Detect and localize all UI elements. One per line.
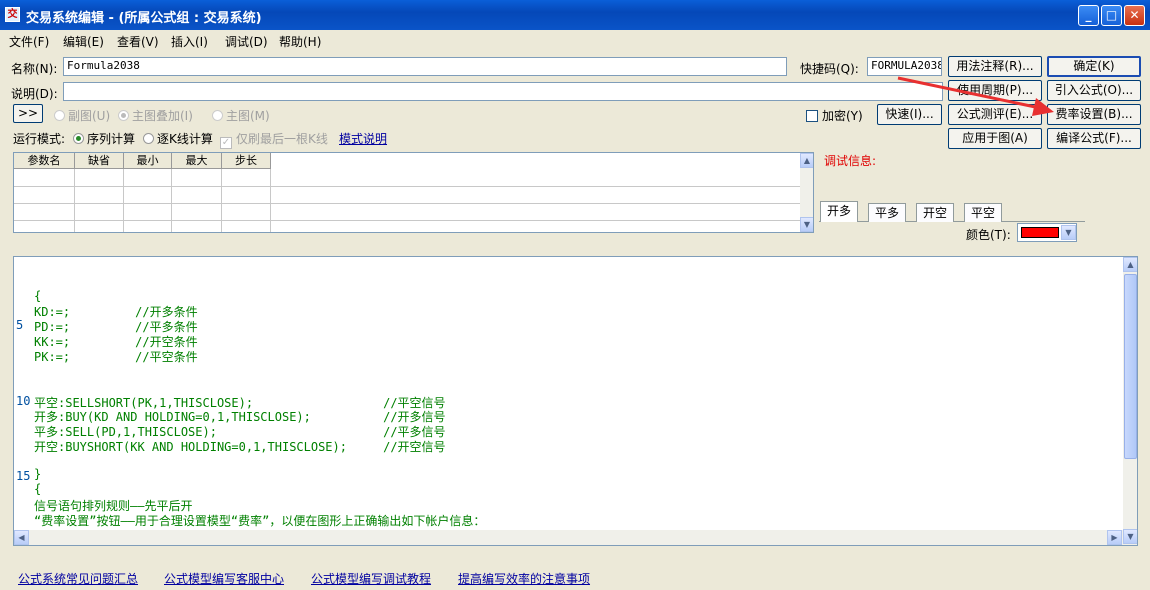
close-button[interactable]: ✕ xyxy=(1124,5,1145,26)
editor-vertical-scrollbar[interactable]: ▲ ▼ xyxy=(1123,257,1137,545)
run-mode-label: 运行模式: xyxy=(13,132,66,146)
scroll-up-icon[interactable]: ▲ xyxy=(800,153,813,168)
menu-view[interactable]: 查看(V) xyxy=(117,33,159,50)
radio-icon xyxy=(54,110,65,121)
footer-link-faq[interactable]: 公式系统常见问题汇总 xyxy=(18,570,138,587)
grid-row-line xyxy=(14,186,800,187)
radio-icon xyxy=(73,133,84,144)
code-line: 开空:BUYSHORT(KK AND HOLDING=0,1,THISCLOSE… xyxy=(34,440,446,454)
grid-row-line xyxy=(14,203,800,204)
shortcut-label: 快捷码(Q): xyxy=(800,62,859,76)
apply-to-chart-button[interactable]: 应用于图(A) xyxy=(948,128,1042,149)
main-chart-radio[interactable]: 主图(M) xyxy=(212,107,270,124)
color-swatch xyxy=(1021,227,1059,238)
maximize-icon: □ xyxy=(1105,8,1118,22)
footer-link-support[interactable]: 公式模型编写客服中心 xyxy=(164,570,284,587)
line-number: 5 xyxy=(16,318,24,332)
chevron-down-icon[interactable]: ▼ xyxy=(1061,225,1076,240)
compile-formula-button[interactable]: 编译公式(F)... xyxy=(1047,128,1141,149)
line-number: 15 xyxy=(16,469,31,483)
minimize-icon: _ xyxy=(1085,8,1092,22)
menu-bar: 文件(F) 编辑(E) 查看(V) 插入(I) 调试(D) 帮助(H) xyxy=(0,30,1150,50)
color-label: 颜色(T): xyxy=(966,228,1011,242)
bar-calc-label: 逐K线计算 xyxy=(157,132,213,146)
menu-help[interactable]: 帮助(H) xyxy=(279,33,321,50)
grid-col-line xyxy=(221,169,222,232)
grid-row-line xyxy=(14,220,800,221)
code-line: { xyxy=(34,482,42,496)
desc-label: 说明(D): xyxy=(11,87,58,101)
desc-input[interactable] xyxy=(63,82,943,101)
import-formula-button[interactable]: 引入公式(O)... xyxy=(1047,80,1141,101)
encrypt-checkbox[interactable]: 加密(Y) xyxy=(806,107,863,124)
main-chart-label: 主图(M) xyxy=(226,109,270,123)
radio-icon xyxy=(212,110,223,121)
ok-button[interactable]: 确定(K) xyxy=(1047,56,1141,77)
radio-icon xyxy=(143,133,154,144)
fee-settings-button[interactable]: 费率设置(B)... xyxy=(1047,104,1141,125)
menu-debug[interactable]: 调试(D) xyxy=(225,33,268,50)
code-line: PK:=; //平空条件 xyxy=(34,350,198,364)
editor-horizontal-scrollbar[interactable]: ◀ ▶ xyxy=(14,530,1123,545)
code-line: “费率设置”按钮——用于合理设置模型“费率”，以便在图形上正确输出如下帐户信息： xyxy=(34,514,486,528)
sub-chart-label: 副图(U) xyxy=(68,109,111,123)
scroll-left-icon[interactable]: ◀ xyxy=(14,530,29,545)
grid-col-line xyxy=(270,169,271,232)
sub-chart-radio[interactable]: 副图(U) xyxy=(54,107,110,124)
param-header-default: 缺省 xyxy=(75,153,124,169)
main-overlay-label: 主图叠加(I) xyxy=(132,109,193,123)
minimize-button[interactable]: _ xyxy=(1078,5,1099,26)
main-overlay-radio[interactable]: 主图叠加(I) xyxy=(118,107,193,124)
tab-close-long[interactable]: 平多 xyxy=(868,203,907,222)
encrypt-label: 加密(Y) xyxy=(822,109,863,123)
footer-link-tutorial[interactable]: 公式模型编写调试教程 xyxy=(311,570,431,587)
param-header-min: 最小 xyxy=(124,153,172,169)
tab-open-short[interactable]: 开空 xyxy=(916,203,955,222)
grid-col-line xyxy=(123,169,124,232)
checkmark-icon: ✓ xyxy=(220,137,232,149)
tab-close-short[interactable]: 平空 xyxy=(964,203,1003,222)
expand-button[interactable]: >> xyxy=(13,104,43,123)
code-line: } xyxy=(34,467,42,481)
param-header-max: 最大 xyxy=(172,153,222,169)
app-icon: 交 xyxy=(5,7,20,22)
param-header-name: 参数名 xyxy=(14,153,75,169)
menu-edit[interactable]: 编辑(E) xyxy=(63,33,104,50)
grid-scrollbar[interactable]: ▲ ▼ xyxy=(800,153,813,232)
color-select[interactable]: ▼ xyxy=(1017,223,1077,242)
mode-help-link[interactable]: 模式说明 xyxy=(339,130,387,147)
checkbox-icon xyxy=(806,110,818,122)
tab-open-long[interactable]: 开多 xyxy=(820,201,859,222)
sequence-calc-label: 序列计算 xyxy=(87,132,136,146)
sequence-calc-radio[interactable]: 序列计算 xyxy=(73,130,135,147)
code-line: { xyxy=(34,289,42,303)
menu-insert[interactable]: 插入(I) xyxy=(171,33,208,50)
title-bar: 交 交易系统编辑 - (所属公式组 : 交易系统) _ □ ✕ xyxy=(0,0,1150,30)
maximize-button[interactable]: □ xyxy=(1101,5,1122,26)
close-icon: ✕ xyxy=(1129,8,1140,22)
scroll-right-icon[interactable]: ▶ xyxy=(1107,530,1122,545)
scroll-up-icon[interactable]: ▲ xyxy=(1123,257,1137,272)
scroll-down-icon[interactable]: ▼ xyxy=(1123,529,1137,544)
line-number: 10 xyxy=(16,394,31,408)
debug-info-label: 调试信息: xyxy=(824,154,877,168)
parameter-grid[interactable]: 参数名 缺省 最小 最大 步长 ▲ ▼ xyxy=(13,152,814,233)
menu-file[interactable]: 文件(F) xyxy=(9,33,49,50)
window-title: 交易系统编辑 - (所属公式组 : 交易系统) xyxy=(26,11,262,26)
scroll-down-icon[interactable]: ▼ xyxy=(800,217,813,232)
quick-button[interactable]: 快速(I)... xyxy=(877,104,942,125)
code-editor[interactable]: { KD:=; //开多条件 5 PD:=; //平多条件 KK:=; //开空… xyxy=(13,256,1138,546)
grid-col-line xyxy=(74,169,75,232)
grid-col-line xyxy=(171,169,172,232)
footer-link-tips[interactable]: 提高编写效率的注意事项 xyxy=(458,570,590,587)
scroll-thumb[interactable] xyxy=(1124,274,1137,459)
name-input[interactable]: Formula2038 xyxy=(63,57,787,76)
bar-calc-radio[interactable]: 逐K线计算 xyxy=(143,130,213,147)
param-header-step: 步长 xyxy=(222,153,271,169)
refresh-last-label: 仅刷最后一根K线 xyxy=(236,132,328,146)
name-label: 名称(N): xyxy=(11,62,58,76)
refresh-last-checkbox[interactable]: ✓ 仅刷最后一根K线 xyxy=(220,130,328,149)
radio-icon xyxy=(118,110,129,121)
